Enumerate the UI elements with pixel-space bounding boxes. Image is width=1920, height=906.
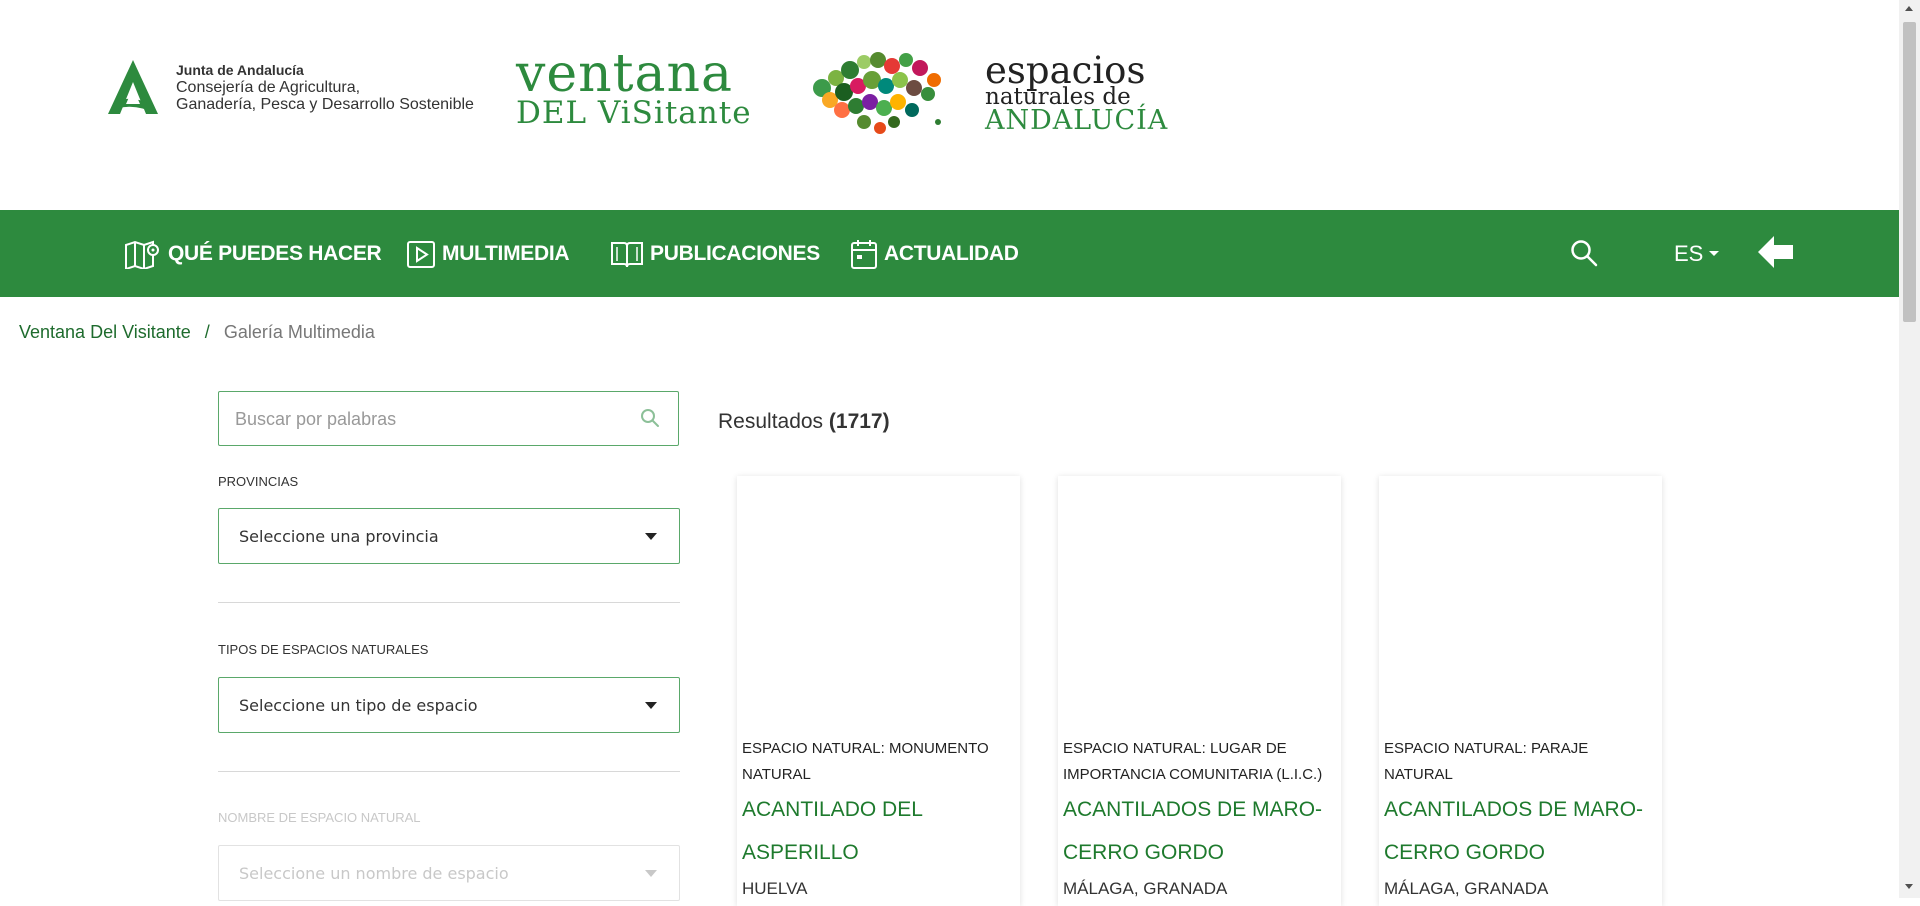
search-icon[interactable] <box>1570 239 1598 267</box>
back-arrow-icon[interactable] <box>1756 232 1796 272</box>
breadcrumb-separator: / <box>204 322 210 342</box>
nav-item-que-puedes-hacer[interactable]: QUÉ PUEDES HACER <box>124 210 382 297</box>
card-type: ESPACIO NATURAL: PARAJE NATURAL <box>1384 740 1589 783</box>
map-pin-icon <box>125 240 159 269</box>
card-type: ESPACIO NATURAL: LUGAR DE IMPORTANCIA CO… <box>1063 740 1323 783</box>
card-location: HUELVA <box>742 879 808 898</box>
nav-label: MULTIMEDIA <box>442 241 570 265</box>
ventana-del-visitante-logo[interactable]: ventana DEL ViSitante <box>516 48 752 129</box>
enat-logo-line3: ANDALUCÍA <box>985 105 1169 136</box>
chevron-down-icon <box>1709 251 1720 256</box>
chevron-down-icon <box>645 533 657 540</box>
result-card[interactable]: ESPACIO NATURAL: MONUMENTO NATURAL ACANT… <box>737 476 1020 906</box>
junta-andalucia-icon <box>108 60 158 114</box>
chevron-down-icon <box>645 702 657 709</box>
main-nav: QUÉ PUEDES HACER MULTIMEDIA PUBLICACIONE… <box>0 210 1899 297</box>
andalucia-map-illustration <box>813 52 941 134</box>
vv-logo-line2: DEL ViSitante <box>516 95 752 131</box>
play-icon <box>407 240 435 268</box>
results-label: Resultados <box>718 410 824 433</box>
result-card[interactable]: ESPACIO NATURAL: PARAJE NATURAL ACANTILA… <box>1379 476 1662 906</box>
tipo-espacio-select-value: Seleccione un tipo de espacio <box>239 695 478 715</box>
search-icon[interactable] <box>640 408 660 428</box>
nav-item-multimedia[interactable]: MULTIMEDIA <box>406 210 570 297</box>
page-scrollbar[interactable] <box>1899 0 1920 898</box>
book-icon <box>611 241 643 267</box>
breadcrumb-home-link[interactable]: Ventana Del Visitante <box>19 322 191 342</box>
chevron-down-icon <box>645 870 657 877</box>
language-selector[interactable]: ES <box>1674 210 1720 297</box>
calendar-icon <box>851 239 877 269</box>
results-heading: Resultados (1717) <box>718 410 890 434</box>
filter-divider <box>218 602 680 603</box>
card-title-link[interactable]: ACANTILADO DEL ASPERILLO <box>742 788 1017 874</box>
provincia-select-value: Seleccione una provincia <box>239 526 439 546</box>
scroll-up-icon[interactable] <box>1905 6 1913 11</box>
card-location: MÁLAGA, GRANADA <box>1063 879 1228 898</box>
nav-item-publicaciones[interactable]: PUBLICACIONES <box>610 210 820 297</box>
card-title-link[interactable]: ACANTILADOS DE MARO-CERRO GORDO <box>1384 788 1659 874</box>
provincia-select[interactable]: Seleccione una provincia <box>218 508 680 564</box>
provincias-label: PROVINCIAS <box>218 474 299 489</box>
card-title-link[interactable]: ACANTILADOS DE MARO-CERRO GORDO <box>1063 788 1338 874</box>
card-location: MÁLAGA, GRANADA <box>1384 879 1549 898</box>
nav-item-actualidad[interactable]: ACTUALIDAD <box>850 210 1019 297</box>
nombre-espacio-select-value: Seleccione un nombre de espacio <box>239 863 509 883</box>
card-type: ESPACIO NATURAL: MONUMENTO NATURAL <box>742 740 989 783</box>
tipo-espacio-select[interactable]: Seleccione un tipo de espacio <box>218 677 680 733</box>
filter-divider <box>218 771 680 772</box>
junta-title: Junta de Andalucía <box>176 61 304 78</box>
nombre-espacio-label: NOMBRE DE ESPACIO NATURAL <box>218 810 421 825</box>
nav-label: ACTUALIDAD <box>884 241 1019 265</box>
site-header: Junta de Andalucía Consejería de Agricul… <box>0 0 1899 210</box>
nav-label: PUBLICACIONES <box>650 241 820 265</box>
scroll-down-icon[interactable] <box>1905 884 1913 889</box>
keyword-search-input[interactable] <box>219 392 617 447</box>
results-count: (1717) <box>828 410 890 433</box>
language-label: ES <box>1674 240 1704 266</box>
junta-andalucia-logo[interactable]: Junta de Andalucía Consejería de Agricul… <box>104 58 474 116</box>
consejeria-line2: Ganadería, Pesca y Desarrollo Sostenible <box>176 95 474 113</box>
keyword-search-field <box>218 391 679 447</box>
nav-label: QUÉ PUEDES HACER <box>168 241 382 265</box>
vv-logo-line1: ventana <box>516 44 734 104</box>
breadcrumb: Ventana Del Visitante / Galería Multimedia <box>19 322 375 343</box>
result-card[interactable]: ESPACIO NATURAL: LUGAR DE IMPORTANCIA CO… <box>1058 476 1341 906</box>
tipos-espacios-label: TIPOS DE ESPACIOS NATURALES <box>218 642 429 657</box>
breadcrumb-current: Galería Multimedia <box>223 322 375 342</box>
scrollbar-thumb[interactable] <box>1903 22 1916 322</box>
nombre-espacio-select[interactable]: Seleccione un nombre de espacio <box>218 845 680 901</box>
espacios-naturales-logo[interactable]: espacios naturales de ANDALUCÍA <box>985 52 1168 134</box>
consejeria-line1: Consejería de Agricultura, <box>176 78 361 96</box>
